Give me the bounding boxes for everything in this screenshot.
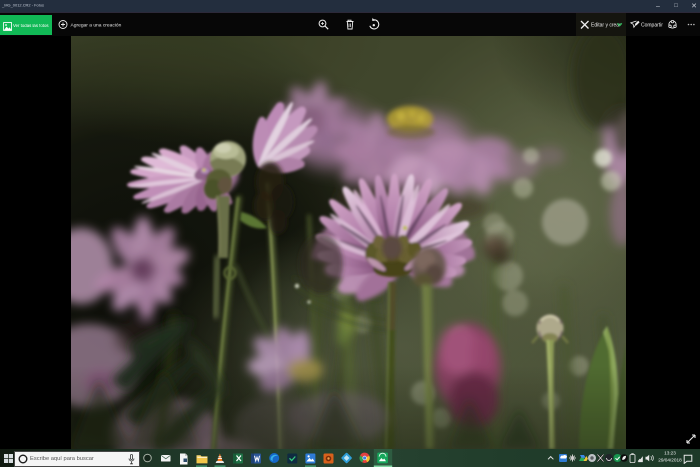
- svg-text:Editar y crear: Editar y crear: [591, 22, 621, 28]
- svg-text:Agregar a una creación: Agregar a una creación: [71, 22, 122, 28]
- svg-text:Compartir: Compartir: [641, 22, 663, 28]
